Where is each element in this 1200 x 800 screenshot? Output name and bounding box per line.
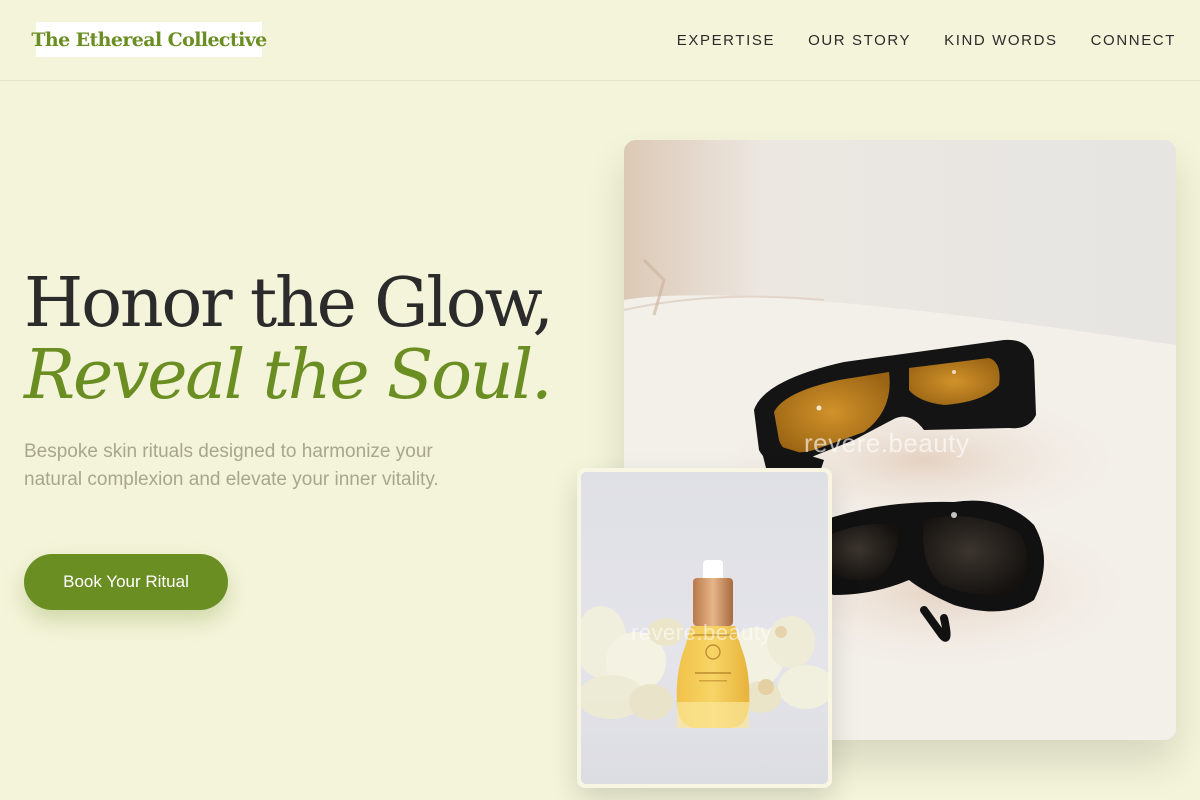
hero-heading-line-2: Reveal the Soul. xyxy=(24,336,553,415)
nav-link-connect[interactable]: CONNECT xyxy=(1091,32,1176,49)
product-photo-watermark: revere.beauty xyxy=(631,620,773,645)
nav-link-kind-words[interactable]: KIND WORDS xyxy=(944,32,1058,49)
site-header: The Ethereal Collective EXPERTISE OUR ST… xyxy=(0,0,1200,81)
nav-link-our-story[interactable]: OUR STORY xyxy=(808,32,911,49)
brand-logo[interactable]: The Ethereal Collective xyxy=(31,22,267,57)
product-photo-face-oil: revere.beauty xyxy=(581,472,828,784)
hero-heading-line-1: Honor the Glow, xyxy=(24,264,554,343)
hero-heading: Honor the Glow, Reveal the Soul. xyxy=(24,268,584,412)
main-nav: EXPERTISE OUR STORY KIND WORDS CONNECT xyxy=(677,30,1176,50)
hero-subtitle: Bespoke skin rituals designed to harmoni… xyxy=(24,441,439,490)
main-photo-watermark: revere.beauty xyxy=(804,428,970,458)
book-ritual-button[interactable]: Book Your Ritual xyxy=(24,554,228,610)
product-photo-card: revere.beauty xyxy=(577,468,832,788)
nav-link-expertise[interactable]: EXPERTISE xyxy=(677,32,775,49)
